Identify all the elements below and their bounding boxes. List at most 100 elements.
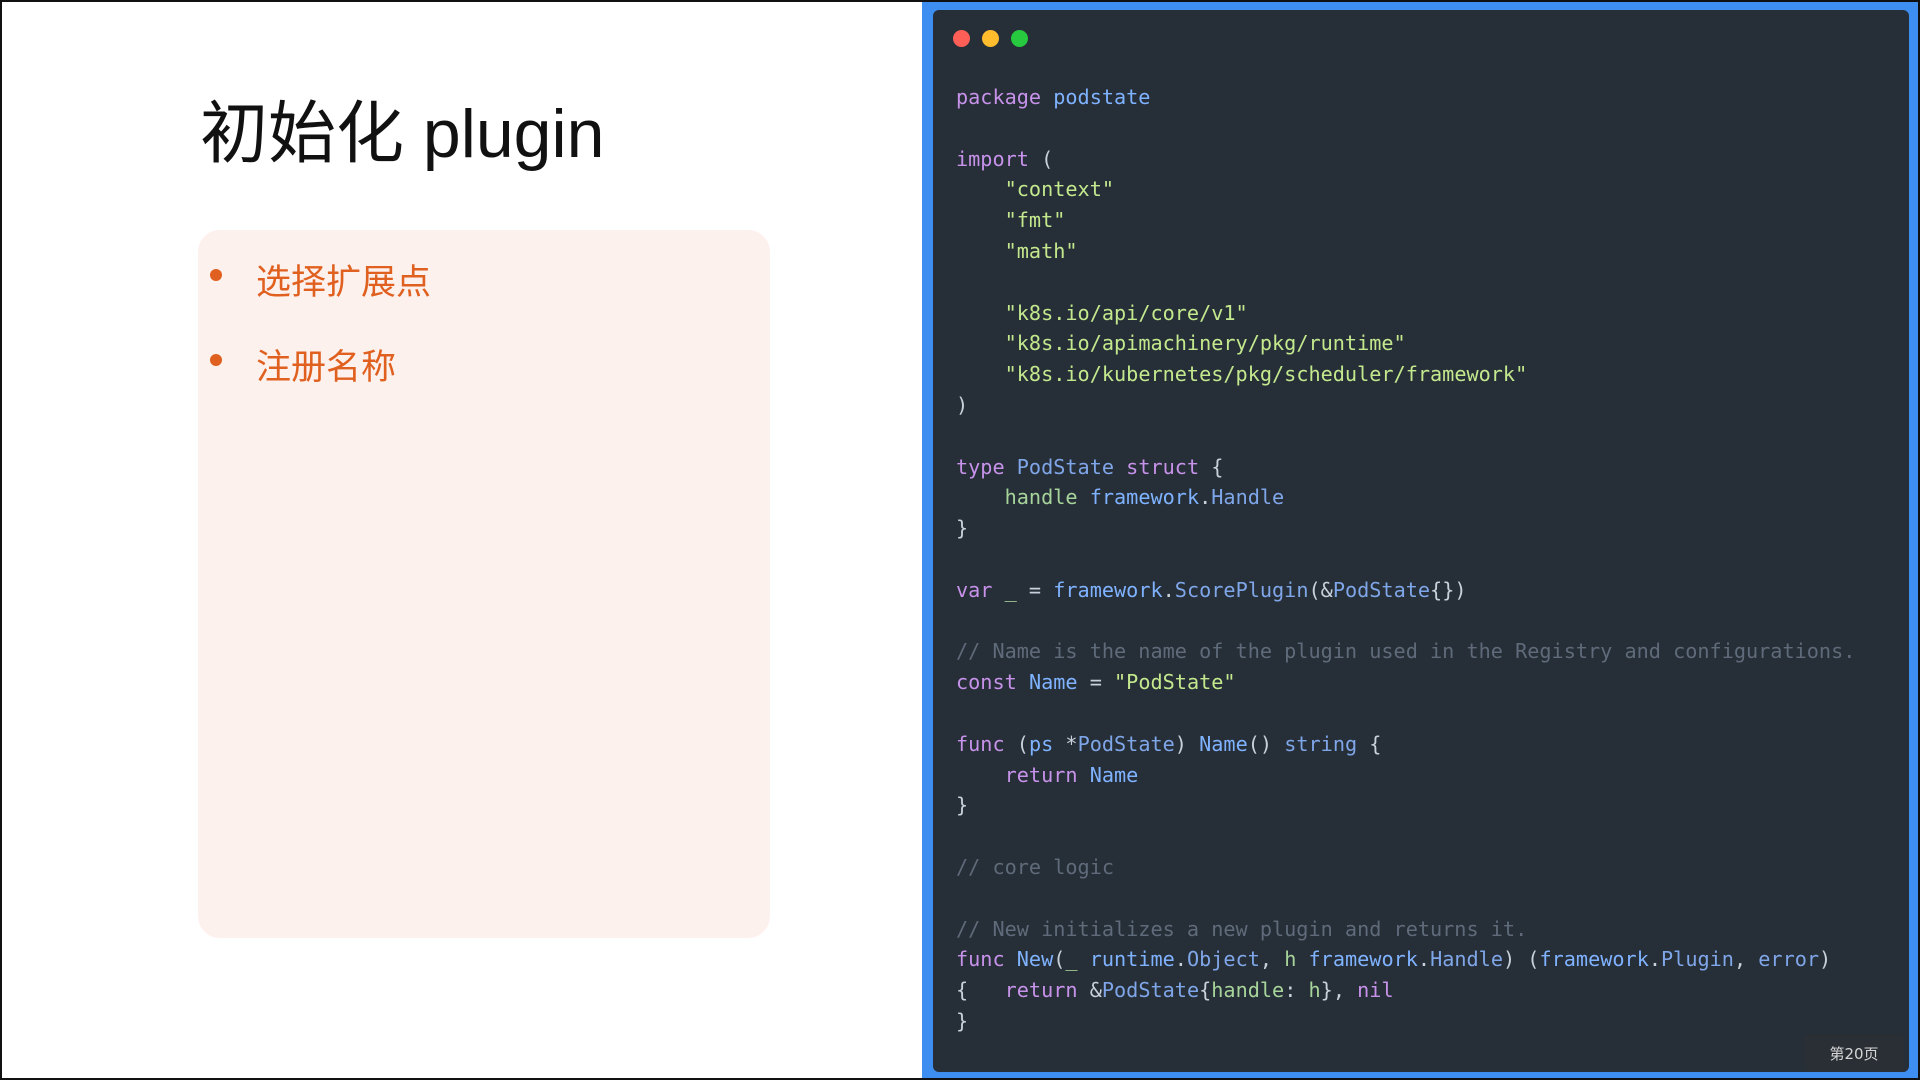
code-token: handle: [1004, 485, 1078, 510]
code-line: return Name: [956, 760, 1855, 791]
code-token: // Name is the name of the plugin used i…: [956, 639, 1856, 664]
code-token: ps: [1028, 731, 1054, 756]
code-token: ,: [1259, 947, 1285, 972]
code-token: import: [956, 146, 1029, 171]
code-token: func: [956, 731, 1005, 756]
code-token: "k8s.io/api/core/v1": [1004, 300, 1248, 325]
code-token: :: [1284, 978, 1309, 1003]
code-token: runtime: [1089, 947, 1175, 972]
code-token: "k8s.io/apimachinery/pkg/runtime": [1004, 331, 1406, 356]
code-line: func New(_ runtime.Object, h framework.H…: [956, 944, 1855, 975]
code-token: h: [1308, 978, 1321, 1003]
bullet-text: 选择扩展点: [256, 263, 432, 303]
minimize-dot-icon: [982, 30, 999, 47]
code-token: Handle: [1430, 947, 1503, 972]
code-token: Handle: [1211, 485, 1285, 510]
code-token: "fmt": [1004, 208, 1066, 233]
code-token: }: [956, 793, 969, 818]
code-token: ): [1174, 731, 1200, 756]
code-token: "k8s.io/kubernetes/pkg/scheduler/framewo…: [1004, 362, 1528, 387]
code-token: func: [956, 947, 1005, 972]
code-token: Name: [1089, 762, 1139, 787]
code-line: "k8s.io/apimachinery/pkg/runtime": [956, 328, 1855, 359]
close-dot-icon: [953, 30, 970, 47]
code-line: "fmt": [956, 205, 1855, 236]
code-token: }: [956, 516, 969, 541]
code-token: "math": [1004, 238, 1078, 263]
code-token: .: [1162, 577, 1175, 602]
code-token: }: [956, 1008, 969, 1033]
code-token: =: [1016, 577, 1054, 602]
maximize-dot-icon: [1011, 30, 1028, 47]
bullet-panel: 选择扩展点 注册名称: [198, 230, 770, 938]
slide-title: 初始化 plugin: [200, 96, 605, 172]
code-line: "k8s.io/api/core/v1": [956, 298, 1855, 329]
code-line: "context": [956, 174, 1855, 205]
code-token: // New initializes a new plugin and retu…: [956, 916, 1528, 941]
bullet-item: 注册名称: [210, 339, 396, 390]
code-line: }: [956, 1006, 1855, 1037]
code-token: {: [1199, 978, 1212, 1003]
page-number: 第20页: [1804, 1034, 1904, 1072]
code-token: .: [1174, 947, 1187, 972]
code-line: handle framework.Handle: [956, 482, 1855, 513]
code-token: // core logic: [956, 854, 1115, 879]
code-line: const Name = "PodState": [956, 667, 1855, 698]
code-token: framework: [1539, 947, 1649, 972]
code-token: ): [956, 392, 969, 417]
code-token: ) (: [1503, 947, 1540, 972]
code-token: ScorePlugin: [1174, 577, 1309, 602]
code-token: var: [956, 577, 993, 602]
code-line: }: [956, 790, 1855, 821]
code-token: ,: [1733, 947, 1759, 972]
code-token: {: [1357, 731, 1382, 756]
code-token: nil: [1357, 978, 1394, 1003]
code-line: // core logic: [956, 852, 1855, 883]
code-token: const: [956, 670, 1017, 695]
code-token: return: [1004, 762, 1078, 787]
code-token: .: [1417, 947, 1431, 972]
code-token: h: [1284, 947, 1297, 972]
code-token: =: [1077, 670, 1115, 695]
code-line: { return &PodState{handle: h}, nil: [956, 975, 1855, 1006]
code-token: handle: [1211, 978, 1285, 1003]
code-token: (: [1028, 146, 1054, 171]
code-line: type PodState struct {: [956, 452, 1855, 483]
code-line: func (ps *PodState) Name() string {: [956, 729, 1855, 760]
code-line: import (: [956, 144, 1855, 175]
code-token: string: [1284, 731, 1358, 756]
code-token: New: [1016, 947, 1054, 972]
code-token: PodState: [1101, 978, 1200, 1003]
bullet-item: 选择扩展点: [210, 254, 431, 305]
code-token: (: [1053, 947, 1066, 972]
code-line: "math": [956, 236, 1855, 267]
code-token: (): [1247, 731, 1285, 756]
code-token: {: [956, 978, 1005, 1003]
code-token: ): [1819, 947, 1832, 972]
slide: 初始化 plugin 选择扩展点 注册名称 package podstate i…: [0, 0, 1920, 1080]
code-token: framework: [1308, 947, 1418, 972]
code-line: package podstate: [956, 82, 1855, 113]
